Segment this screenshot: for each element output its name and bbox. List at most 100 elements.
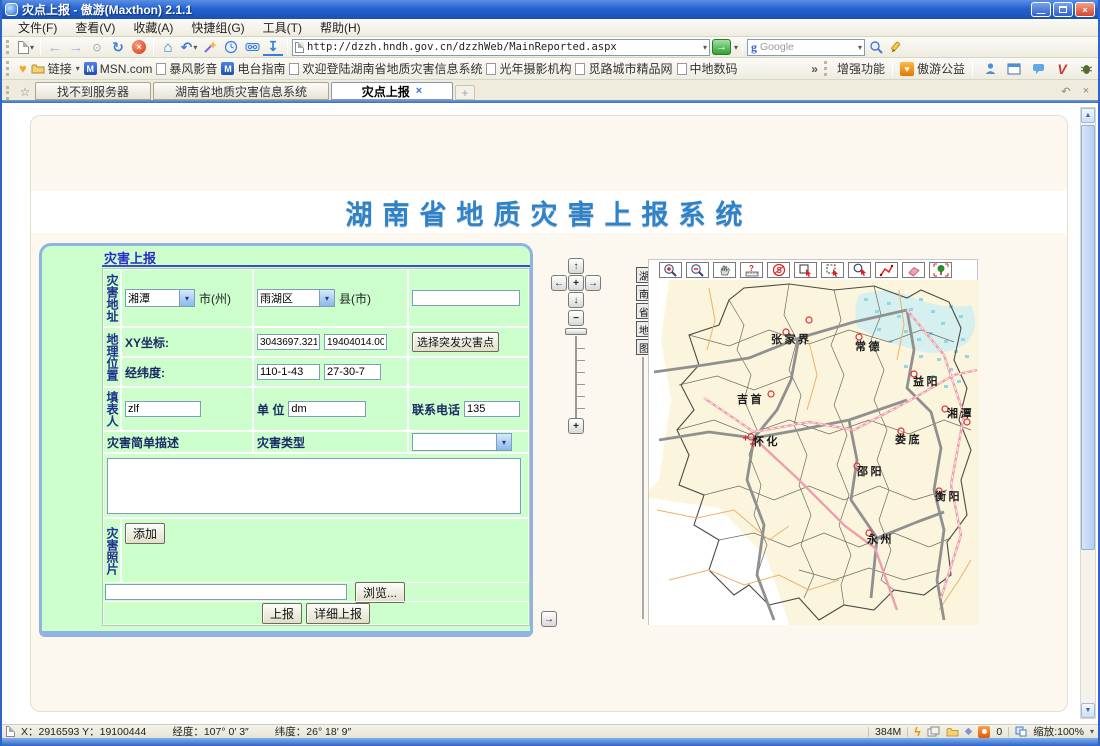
detailed-report-button[interactable]: 详细上报 <box>306 603 370 624</box>
minimize-button[interactable]: — <box>1031 2 1051 17</box>
zoom-in-step-button[interactable]: + <box>568 418 584 434</box>
reopen-tab-button[interactable]: ↶ <box>1056 82 1076 100</box>
close-button[interactable]: × <box>1075 2 1095 17</box>
undo-button[interactable]: ↶▾ <box>179 38 199 56</box>
enhance-features-link[interactable]: 增强功能 <box>837 60 885 77</box>
county-select[interactable]: 雨湖区 ▾ <box>257 289 335 307</box>
measure-distance-icon[interactable]: ? <box>740 262 763 278</box>
y-coordinate-input[interactable] <box>324 334 387 350</box>
unit-input[interactable] <box>288 401 366 417</box>
city-select[interactable]: 湘潭 ▾ <box>125 289 195 307</box>
tabbar-grip[interactable] <box>6 86 11 100</box>
search-input[interactable]: Google <box>760 41 854 53</box>
more-links-chevron[interactable]: » <box>811 62 818 76</box>
tab-disaster-report[interactable]: 灾点上报 × <box>331 82 453 100</box>
deselect-rect-icon[interactable] <box>821 262 844 278</box>
link-hunan-geo[interactable]: 欢迎登陆湖南省地质灾害信息系统 <box>289 60 482 77</box>
browse-button[interactable]: 浏览... <box>355 582 405 603</box>
pan-hand-icon[interactable] <box>713 262 736 278</box>
resize-page-icon[interactable] <box>1015 726 1027 737</box>
eraser-icon[interactable] <box>902 262 925 278</box>
s-restrict-icon[interactable]: S <box>767 262 790 278</box>
add-photo-button[interactable]: 添加 <box>125 523 165 544</box>
back-button[interactable]: ← <box>45 38 65 56</box>
x-coordinate-input[interactable] <box>257 334 320 350</box>
search-box[interactable]: g Google ▾ <box>747 39 865 56</box>
panel-splitter[interactable] <box>642 357 644 619</box>
menu-tools[interactable]: 工具(T) <box>255 18 310 37</box>
zoom-dropdown-icon[interactable]: ▾ <box>1090 727 1094 736</box>
messenger-button[interactable] <box>980 60 1000 78</box>
tab-list-star-button[interactable]: ☆ <box>15 84 35 100</box>
window-button[interactable] <box>1004 60 1024 78</box>
zoom-slider-handle[interactable] <box>565 328 587 335</box>
menu-favorites[interactable]: 收藏(A) <box>125 18 181 37</box>
home-button[interactable]: ⌂ <box>158 38 178 56</box>
address-url[interactable]: http://dzzh.hndh.gov.cn/dzzhWeb/MainRepo… <box>307 41 699 53</box>
tab-close-icon[interactable]: × <box>416 85 422 97</box>
download-button[interactable]: ↧ <box>263 38 283 56</box>
link-radio[interactable]: M电台指南 <box>221 60 285 77</box>
go-button[interactable]: → <box>712 39 731 55</box>
menu-groups[interactable]: 快捷组(G) <box>183 18 252 37</box>
tab-server-not-found[interactable]: 找不到服务器 <box>35 82 151 100</box>
scrollbar-thumb[interactable] <box>1081 125 1095 550</box>
windows-icon[interactable] <box>927 726 940 737</box>
pan-center-button[interactable]: + <box>568 275 584 291</box>
chat-button[interactable] <box>1028 60 1048 78</box>
menu-file[interactable]: 文件(F) <box>10 18 65 37</box>
history-drop-button[interactable]: ⊙ <box>87 38 107 56</box>
maxthon-charity-link[interactable]: ♥ 傲游公益 <box>900 60 965 77</box>
pan-up-button[interactable]: ↑ <box>568 258 584 274</box>
zoom-level[interactable]: 缩放:100% <box>1033 724 1084 739</box>
link-milu[interactable]: 觅路城市精品网 <box>575 60 672 77</box>
close-tab-button[interactable]: × <box>1076 82 1096 100</box>
linksbar-grip[interactable] <box>6 61 11 76</box>
address-detail-input[interactable] <box>412 290 520 306</box>
address-dropdown-icon[interactable]: ▾ <box>703 43 707 52</box>
search-go-button[interactable] <box>866 38 886 56</box>
grip[interactable] <box>824 61 829 76</box>
address-bar[interactable]: http://dzzh.hndh.gov.cn/dzzhWeb/MainRepo… <box>292 39 710 56</box>
restore-button[interactable] <box>1053 2 1073 17</box>
phone-input[interactable] <box>464 401 520 417</box>
security-button[interactable] <box>1076 60 1096 78</box>
scroll-down-button[interactable]: ▼ <box>1081 703 1095 718</box>
draw-polyline-icon[interactable] <box>875 262 898 278</box>
menu-view[interactable]: 查看(V) <box>67 18 123 37</box>
tab-hunan-geo-info[interactable]: 湖南省地质灾害信息系统 <box>153 82 329 100</box>
stop-button[interactable]: × <box>129 38 149 56</box>
search-engine-dropdown-icon[interactable]: ▾ <box>858 43 862 52</box>
file-path-input[interactable] <box>105 584 347 600</box>
links-folder[interactable]: 链接 ▾ <box>31 60 80 77</box>
disaster-type-select[interactable]: ▾ <box>412 433 512 451</box>
latitude-input[interactable] <box>324 364 381 380</box>
expand-panel-button[interactable]: → <box>541 611 557 627</box>
boost-icon[interactable]: ϟ <box>914 725 920 739</box>
pick-disaster-point-button[interactable]: 选择突发灾害点 <box>412 332 499 352</box>
history-clock-button[interactable] <box>221 38 241 56</box>
longitude-input[interactable] <box>257 364 320 380</box>
magic-wand-button[interactable] <box>200 38 220 56</box>
link-photo[interactable]: 光年摄影机构 <box>486 60 571 77</box>
identify-icon[interactable] <box>848 262 871 278</box>
page-scrollbar[interactable]: ▲ ▼ <box>1080 107 1096 719</box>
favorites-heart-icon[interactable]: ♥ <box>19 61 27 76</box>
pan-right-button[interactable]: → <box>585 275 601 291</box>
submit-report-button[interactable]: 上报 <box>262 603 302 624</box>
highlight-button[interactable] <box>887 38 907 56</box>
link-msn[interactable]: MMSN.com <box>84 62 153 76</box>
zoom-out-step-button[interactable]: − <box>568 310 584 326</box>
folder-icon[interactable] <box>946 727 959 737</box>
go-dropdown-icon[interactable]: ▾ <box>734 43 738 52</box>
new-tab-button[interactable]: + <box>455 85 475 100</box>
v-plugin-button[interactable]: V <box>1052 60 1072 78</box>
link-button[interactable] <box>242 38 262 56</box>
refresh-button[interactable]: ↻ <box>108 38 128 56</box>
scroll-up-button[interactable]: ▲ <box>1081 108 1095 123</box>
reporter-input[interactable] <box>125 401 201 417</box>
description-textarea[interactable] <box>107 458 521 514</box>
gesture-icon[interactable]: ◆ <box>965 726 973 737</box>
zoom-out-icon[interactable] <box>686 262 709 278</box>
new-page-button[interactable]: ▾ <box>16 38 36 56</box>
